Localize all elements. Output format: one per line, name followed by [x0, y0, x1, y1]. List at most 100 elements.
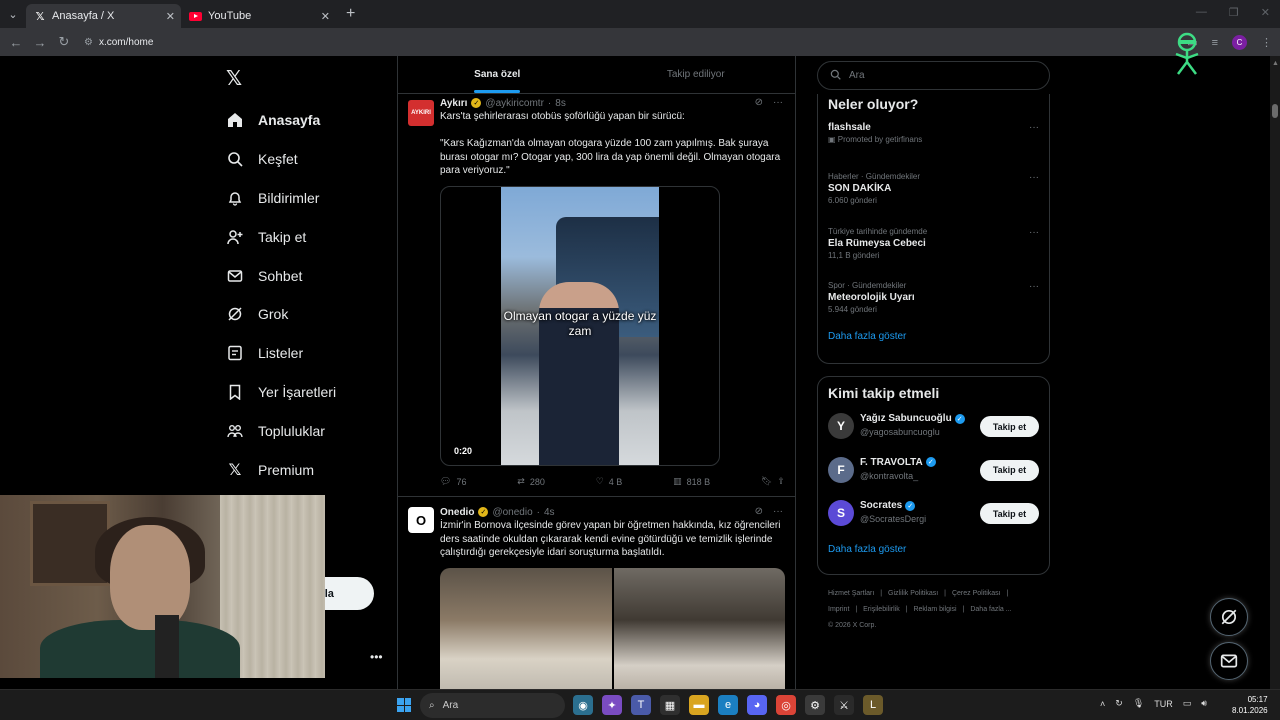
- views-button[interactable]: ▥ 818 B: [673, 476, 710, 487]
- back-icon[interactable]: ←: [4, 35, 28, 50]
- clock[interactable]: 05:17 8.01.2026: [1232, 694, 1268, 716]
- volume-icon[interactable]: 🔊︎: [1201, 698, 1207, 709]
- nav-item-premium[interactable]: 𝕏 Premium: [226, 450, 336, 489]
- author-handle[interactable]: @aykiricomtr: [485, 98, 544, 109]
- post-time[interactable]: 4s: [544, 507, 555, 518]
- share-icon[interactable]: ⇪: [777, 476, 785, 487]
- nav-item-explore[interactable]: Keşfet: [226, 140, 336, 179]
- account-more-icon[interactable]: •••: [370, 650, 383, 664]
- edge-icon[interactable]: e: [718, 695, 738, 715]
- nav-item-grok[interactable]: Grok: [226, 295, 336, 334]
- tab-search-button[interactable]: ⌄: [0, 0, 26, 28]
- app-icon[interactable]: ⚔: [834, 695, 854, 715]
- forward-icon[interactable]: →: [28, 35, 52, 50]
- avatar[interactable]: O: [408, 507, 434, 533]
- trend-item[interactable]: Spor · Gündemdekiler Meteorolojik Uyarı …: [828, 281, 1039, 331]
- scroll-up-icon[interactable]: ▲: [1272, 60, 1279, 67]
- more-icon[interactable]: ···: [1029, 227, 1039, 238]
- photo[interactable]: [440, 567, 612, 689]
- footer-link[interactable]: Gizlilik Politikası: [888, 590, 938, 597]
- tab-x[interactable]: 𝕏 Anasayfa / X ✕: [26, 4, 181, 28]
- tab-youtube[interactable]: YouTube ✕: [181, 4, 336, 28]
- reload-icon[interactable]: ↻: [52, 34, 76, 50]
- trend-item[interactable]: flashsale ▣ Promoted by getirfinans ···: [828, 122, 1039, 172]
- footer-link[interactable]: Daha fazla ...: [970, 606, 1011, 613]
- like-button[interactable]: ♡ 4 B: [596, 476, 623, 487]
- footer-link[interactable]: Reklam bilgisi: [913, 606, 956, 613]
- grok-icon[interactable]: ⊘: [755, 506, 763, 517]
- chrome-icon[interactable]: ◎: [776, 695, 796, 715]
- windows-start-button[interactable]: [397, 698, 411, 712]
- microphone-icon[interactable]: 🎙︎: [1133, 698, 1144, 709]
- url-field[interactable]: ⚙ x.com/home: [84, 37, 153, 48]
- nav-item-bookmarks[interactable]: Yer İşaretleri: [226, 373, 336, 412]
- chevron-up-icon[interactable]: ˄: [1100, 699, 1105, 709]
- author-name[interactable]: Onedio: [440, 507, 474, 518]
- close-tab-icon[interactable]: ✕: [166, 10, 175, 23]
- post-photos[interactable]: [440, 567, 785, 689]
- media-icon[interactable]: ≡: [1212, 37, 1218, 49]
- trend-item[interactable]: Türkiye tarihinde gündemde Ela Rümeysa C…: [828, 227, 1039, 282]
- bookmark-icon[interactable]: 🔖︎: [761, 476, 772, 487]
- close-tab-icon[interactable]: ✕: [321, 10, 330, 23]
- taskbar-search[interactable]: ⌕ Ara: [420, 693, 565, 718]
- grok-fab-button[interactable]: [1210, 598, 1248, 636]
- nav-item-home[interactable]: Anasayfa: [226, 101, 336, 140]
- discord-icon[interactable]: ◕: [747, 695, 767, 715]
- reply-button[interactable]: 💬︎ 76: [440, 476, 466, 487]
- teams-icon[interactable]: T: [631, 695, 651, 715]
- follow-suggestion[interactable]: S Socrates ✓ @SocratesDergi Takip et: [828, 500, 1039, 544]
- more-icon[interactable]: ···: [773, 97, 783, 108]
- follow-suggestion[interactable]: Y Yağız Sabuncuoğlu ✓ @yagosabuncuoglu Ta…: [828, 413, 1039, 457]
- video-player[interactable]: Olmayan otogar a yüzde yüz zam 0:20: [440, 185, 720, 466]
- close-window-icon[interactable]: ✕: [1261, 6, 1270, 19]
- more-icon[interactable]: ···: [1029, 122, 1039, 133]
- avatar[interactable]: S: [828, 500, 854, 526]
- nav-item-chat[interactable]: Sohbet: [226, 256, 336, 295]
- trend-item[interactable]: Haberler · Gündemdekiler SON DAKİKA 6.06…: [828, 172, 1039, 227]
- maximize-icon[interactable]: ❐: [1229, 6, 1239, 19]
- site-info-icon[interactable]: ⚙: [84, 37, 93, 48]
- store-icon[interactable]: ▦: [660, 695, 680, 715]
- footer-link[interactable]: Imprint: [828, 606, 849, 613]
- widgets-icon[interactable]: ◉: [573, 695, 593, 715]
- app-icon[interactable]: ⚙: [805, 695, 825, 715]
- footer-link[interactable]: Erişilebilirlik: [863, 606, 900, 613]
- scrollbar-thumb[interactable]: [1272, 104, 1278, 118]
- more-icon[interactable]: ···: [1029, 281, 1039, 292]
- nav-item-notifications[interactable]: Bildirimler: [226, 179, 336, 218]
- network-icon[interactable]: ▭: [1183, 698, 1192, 709]
- avatar[interactable]: F: [828, 456, 854, 483]
- nav-item-communities[interactable]: Topluluklar: [226, 411, 336, 450]
- trends-show-more-link[interactable]: Daha fazla göster: [828, 331, 1039, 342]
- file-explorer-icon[interactable]: ▬: [689, 695, 709, 715]
- photo[interactable]: [613, 567, 785, 689]
- footer-link[interactable]: Hizmet Şartları: [828, 590, 874, 597]
- game-icon[interactable]: L: [863, 695, 883, 715]
- grok-icon[interactable]: ⊘: [755, 97, 763, 108]
- search-input[interactable]: Ara: [817, 61, 1050, 90]
- sync-icon[interactable]: ↻: [1115, 698, 1123, 709]
- follow-button[interactable]: Takip et: [980, 459, 1039, 481]
- menu-icon[interactable]: ⋮: [1261, 36, 1272, 49]
- post-time[interactable]: 8s: [555, 98, 566, 109]
- avatar[interactable]: AYKIRI: [408, 100, 434, 126]
- follow-button[interactable]: Takip et: [980, 503, 1039, 524]
- more-icon[interactable]: ···: [773, 506, 783, 517]
- post[interactable]: AYKIRI Aykırı ✓ @aykiricomtr · 8s ⊘ ··· …: [398, 94, 795, 497]
- copilot-icon[interactable]: ✦: [602, 695, 622, 715]
- repost-button[interactable]: ⇄ 280: [517, 476, 545, 487]
- post[interactable]: O Onedio ✓ @onedio · 4s ⊘ ··· İzmir'in B…: [398, 497, 795, 689]
- avatar[interactable]: Y: [828, 413, 854, 439]
- follow-button[interactable]: Takip et: [980, 416, 1039, 437]
- footer-link[interactable]: Çerez Politikası: [952, 590, 1001, 597]
- minimize-icon[interactable]: —: [1196, 6, 1207, 19]
- x-logo-icon[interactable]: 𝕏: [226, 66, 242, 91]
- profile-avatar[interactable]: C: [1232, 35, 1247, 50]
- tab-following[interactable]: Takip ediliyor: [597, 56, 796, 93]
- new-tab-button[interactable]: +: [346, 5, 355, 23]
- author-name[interactable]: Aykırı: [440, 98, 467, 109]
- nav-item-lists[interactable]: Listeler: [226, 334, 336, 373]
- author-handle[interactable]: @onedio: [492, 507, 532, 518]
- scrollbar[interactable]: ▲: [1270, 56, 1280, 689]
